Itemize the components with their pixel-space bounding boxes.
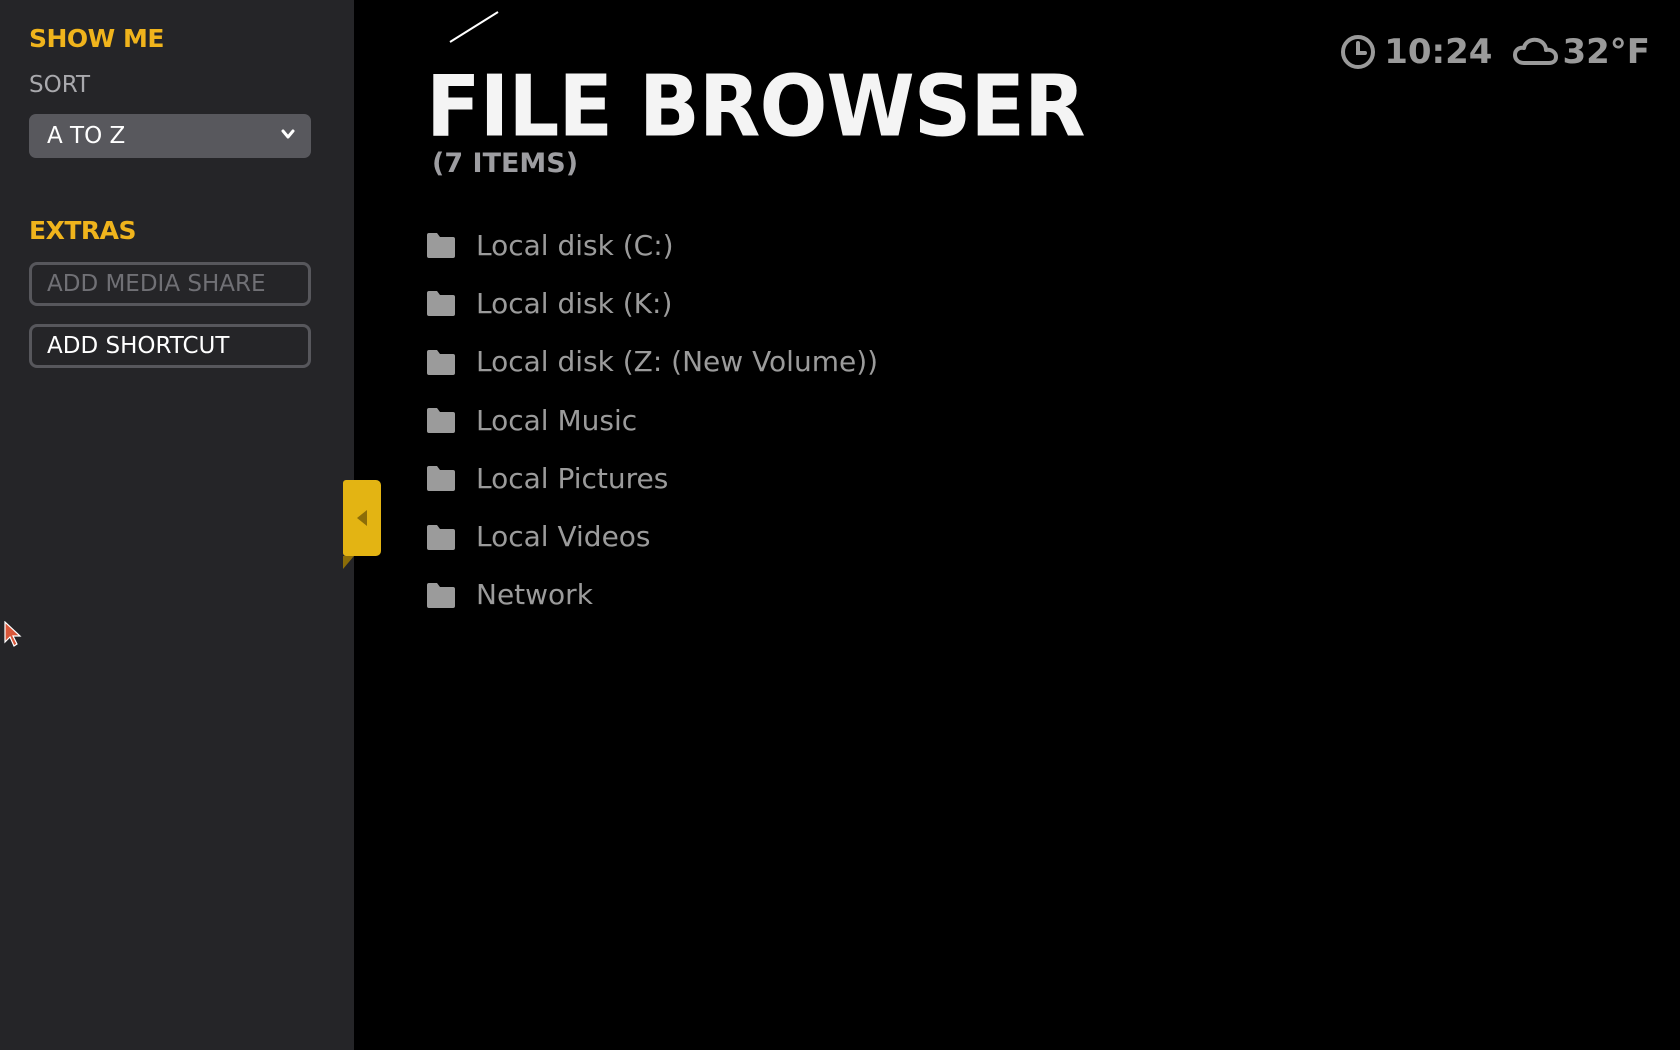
list-item[interactable]: Local disk (C:) — [426, 216, 878, 274]
temperature: 32°F — [1562, 32, 1650, 72]
list-item-label: Local disk (C:) — [476, 228, 674, 262]
mouse-pointer-icon — [4, 621, 22, 647]
list-item-label: Local disk (K:) — [476, 286, 673, 320]
page-title: FILE BROWSER — [426, 57, 1086, 156]
folder-icon — [427, 524, 455, 550]
folder-icon — [427, 291, 455, 317]
extras-title: EXTRAS — [29, 216, 137, 245]
list-item[interactable]: Local disk (K:) — [426, 274, 878, 332]
folder-icon — [427, 408, 455, 434]
sort-select[interactable]: A TO Z — [29, 114, 311, 158]
list-item-label: Local Pictures — [476, 461, 669, 495]
tab-fold — [343, 556, 354, 569]
clock-icon — [1341, 35, 1376, 69]
list-item[interactable]: Local disk (Z: (New Volume)) — [426, 333, 878, 391]
list-item[interactable]: Local Videos — [426, 507, 878, 565]
arrow-left-icon — [357, 510, 367, 526]
list-item[interactable]: Local Music — [426, 391, 878, 449]
folder-icon — [427, 233, 455, 259]
decorative-line — [449, 11, 499, 43]
show-me-title: SHOW ME — [29, 24, 164, 53]
file-list: Local disk (C:) Local disk (K:) Local di… — [426, 216, 878, 624]
sort-label: SORT — [29, 72, 91, 98]
folder-icon — [427, 466, 455, 492]
list-item[interactable]: Local Pictures — [426, 449, 878, 507]
sidebar-collapse-tab[interactable] — [343, 480, 381, 556]
list-item-label: Local Music — [476, 403, 638, 437]
chevron-down-icon — [281, 129, 295, 139]
status-bar: 10:24 32°F — [1340, 30, 1650, 74]
add-shortcut-label: ADD SHORTCUT — [47, 333, 230, 359]
add-media-share-label: ADD MEDIA SHARE — [47, 271, 266, 297]
folder-icon — [427, 582, 455, 608]
add-shortcut-button[interactable]: ADD SHORTCUT — [29, 324, 311, 368]
list-item-label: Local disk (Z: (New Volume)) — [476, 345, 879, 379]
list-item-label: Network — [476, 578, 593, 612]
sort-value: A TO Z — [47, 123, 126, 149]
sidebar: SHOW ME SORT A TO Z EXTRAS ADD MEDIA SHA… — [0, 0, 354, 1050]
item-count: (7 ITEMS) — [432, 148, 579, 179]
clock-time: 10:24 — [1384, 32, 1493, 72]
folder-icon — [427, 349, 455, 375]
add-media-share-button[interactable]: ADD MEDIA SHARE — [29, 262, 311, 306]
list-item[interactable]: Network — [426, 566, 878, 624]
cloud-icon — [1513, 37, 1559, 65]
list-item-label: Local Videos — [476, 520, 651, 554]
